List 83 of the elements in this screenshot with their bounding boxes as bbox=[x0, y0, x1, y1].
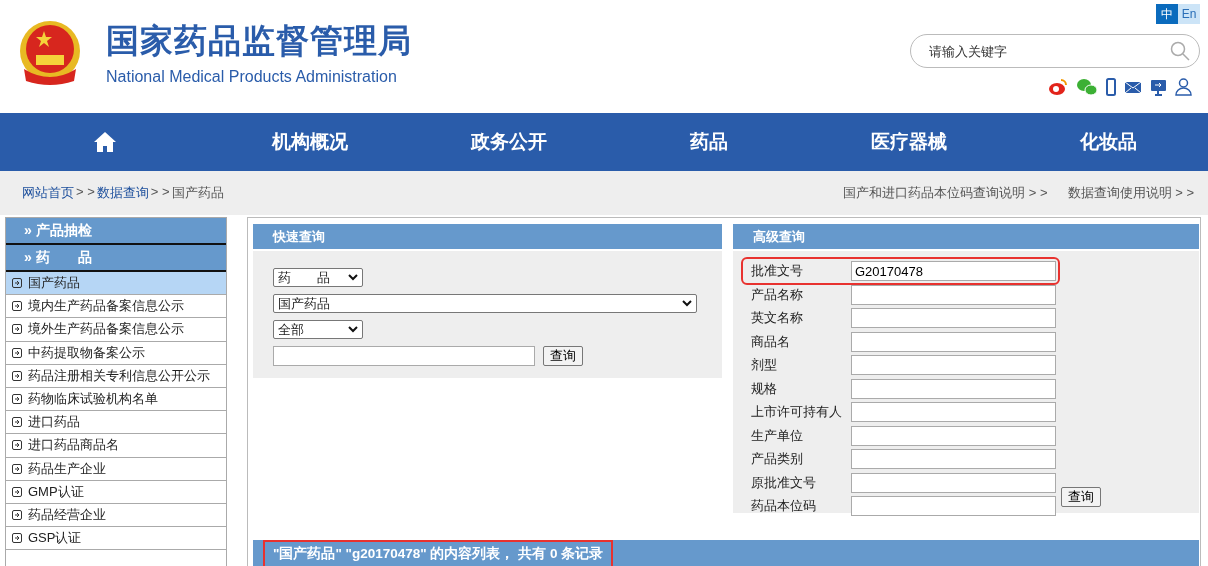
search-field[interactable]: 请输入关键字 bbox=[910, 34, 1200, 68]
arrow-box-icon bbox=[12, 347, 22, 358]
panel-header: 快速查询 bbox=[253, 224, 722, 249]
help-link[interactable]: 数据查询使用说明 > > bbox=[1067, 184, 1194, 202]
sidebar-item[interactable]: GMP认证 bbox=[6, 480, 226, 504]
sidebar-item[interactable]: 进口药品 bbox=[6, 411, 226, 435]
field-label: 产品名称 bbox=[751, 285, 804, 304]
breadcrumb-separator: > > bbox=[76, 184, 95, 201]
input-field[interactable] bbox=[851, 402, 1056, 422]
user-icon[interactable] bbox=[1175, 78, 1192, 96]
home-icon[interactable] bbox=[93, 131, 117, 153]
chat-icon[interactable] bbox=[1076, 78, 1098, 96]
field-label: 商品名 bbox=[751, 332, 791, 351]
caret-icon bbox=[348, 326, 358, 333]
breadcrumb-item[interactable]: 网站首页 bbox=[22, 184, 74, 202]
field-label: 药品本位码 bbox=[751, 497, 817, 515]
sidebar-item[interactable]: GSP认证 bbox=[6, 527, 226, 551]
input-field[interactable] bbox=[851, 378, 1056, 399]
arrow-box-icon bbox=[12, 301, 22, 312]
phone-icon[interactable] bbox=[1106, 78, 1116, 96]
arrow-box-icon bbox=[12, 463, 22, 474]
arrow-box-icon bbox=[12, 533, 22, 544]
field-label: 产品类别 bbox=[751, 450, 804, 468]
input-field[interactable] bbox=[851, 284, 1056, 305]
sidebar-item[interactable]: 中药提取物备案公示 bbox=[6, 341, 226, 365]
arrow-box-icon bbox=[12, 278, 22, 289]
nav-link[interactable]: 化妆品 bbox=[1079, 129, 1137, 155]
monitor-icon[interactable] bbox=[1150, 78, 1167, 96]
sidebar-item[interactable]: 境外生产药品备案信息公示 bbox=[6, 318, 226, 342]
arrow-box-icon bbox=[12, 486, 22, 497]
nav-link[interactable]: 药品 bbox=[690, 129, 728, 155]
caret-icon bbox=[348, 274, 358, 281]
field-label: 上市许可持有人 bbox=[751, 403, 843, 421]
mail-icon[interactable] bbox=[1124, 80, 1142, 94]
search-icon[interactable] bbox=[1170, 41, 1190, 61]
query-field[interactable] bbox=[273, 346, 535, 366]
language-tab[interactable]: En bbox=[1178, 4, 1200, 24]
input-field[interactable] bbox=[851, 355, 1056, 375]
dropdown[interactable]: 国产药品 bbox=[273, 294, 697, 313]
arrow-box-icon bbox=[12, 440, 22, 451]
sidebar-item[interactable]: 药物临床试验机构名单 bbox=[6, 387, 226, 412]
input-field[interactable] bbox=[851, 472, 1056, 493]
arrow-box-icon bbox=[12, 394, 22, 405]
input-field[interactable] bbox=[851, 308, 1056, 328]
breadcrumb-item: 国产药品 bbox=[171, 184, 224, 202]
arrow-box-icon bbox=[12, 324, 22, 335]
nav-link[interactable]: 政务公开 bbox=[471, 129, 548, 155]
dropdown[interactable]: 药 品 bbox=[273, 268, 363, 287]
sidebar-item[interactable]: 药品经营企业 bbox=[6, 503, 226, 528]
input-field[interactable]: G20170478 bbox=[851, 261, 1056, 281]
query-button[interactable]: 查询 bbox=[1061, 487, 1101, 507]
input-field[interactable] bbox=[851, 449, 1056, 469]
sidebar-item[interactable]: 药品生产企业 bbox=[6, 457, 226, 481]
arrow-box-icon bbox=[12, 370, 22, 381]
panel-header: 高级查询 bbox=[733, 224, 1199, 249]
field-label: 批准文号 bbox=[751, 262, 804, 280]
sidebar-item[interactable]: 境内生产药品备案信息公示 bbox=[6, 295, 226, 319]
weibo-icon[interactable] bbox=[1048, 78, 1068, 96]
sidebar-item[interactable]: 国产药品 bbox=[6, 272, 226, 296]
field-label: 生产单位 bbox=[751, 426, 804, 445]
query-button[interactable]: 查询 bbox=[543, 346, 583, 366]
nav-link[interactable]: 医疗器械 bbox=[870, 129, 947, 155]
sidebar-item[interactable]: 进口药品商品名 bbox=[6, 434, 226, 458]
help-link[interactable]: 国产和进口药品本位码查询说明 > > bbox=[843, 184, 1048, 202]
dropdown[interactable]: 全部 bbox=[273, 320, 363, 339]
breadcrumb-item[interactable]: 数据查询 bbox=[96, 184, 149, 202]
field-label: 剂型 bbox=[751, 356, 778, 374]
field-label: 原批准文号 bbox=[751, 473, 817, 492]
input-field[interactable] bbox=[851, 425, 1056, 446]
result-summary: "国产药品" "g20170478" 的内容列表， 共有 0 条记录 bbox=[263, 539, 614, 566]
arrow-box-icon bbox=[12, 509, 22, 520]
field-label: 英文名称 bbox=[751, 309, 804, 327]
sidebar-item[interactable]: 药品注册相关专利信息公开公示 bbox=[6, 364, 226, 388]
site-subtitle: National Medical Products Administration bbox=[106, 68, 398, 86]
language-tab[interactable]: 中 bbox=[1156, 4, 1178, 24]
input-field[interactable] bbox=[851, 496, 1056, 516]
input-field[interactable] bbox=[851, 331, 1056, 352]
site-title: 国家药品监督管理局 bbox=[106, 20, 412, 62]
caret-icon bbox=[682, 300, 692, 307]
nav-link[interactable]: 机构概况 bbox=[271, 129, 348, 155]
breadcrumb-separator: > > bbox=[150, 184, 170, 201]
field-label: 规格 bbox=[751, 379, 778, 398]
arrow-box-icon bbox=[12, 417, 22, 428]
